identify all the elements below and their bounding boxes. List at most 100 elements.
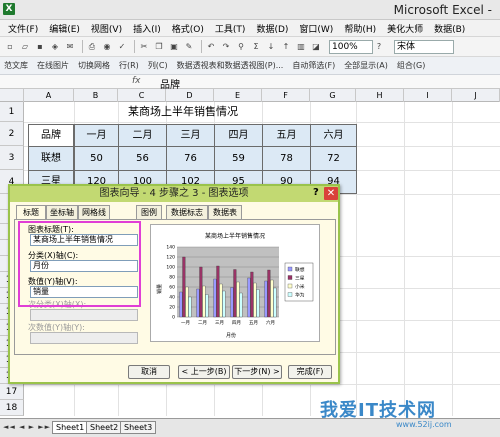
menu-tools[interactable]: 工具(T): [215, 22, 246, 35]
menu-format[interactable]: 格式(O): [172, 22, 204, 35]
template-library-button[interactable]: 范文库: [4, 60, 28, 71]
online-images-button[interactable]: 在线图片: [37, 60, 69, 71]
autofilter-button[interactable]: 自动筛选(F): [292, 60, 335, 71]
legend-label: 华为: [295, 291, 305, 298]
header-cell-month[interactable]: 六月: [310, 124, 357, 147]
sheet-tab[interactable]: Sheet3: [120, 421, 157, 434]
x-tick-label: 四月: [232, 320, 241, 326]
data-cell[interactable]: 76: [166, 146, 215, 171]
cut-icon[interactable]: ✂: [138, 41, 150, 53]
row-header[interactable]: 18: [0, 400, 24, 416]
new-icon[interactable]: ▫: [4, 41, 16, 53]
data-cell[interactable]: 78: [262, 146, 311, 171]
finish-button[interactable]: 完成(F): [288, 365, 332, 379]
menu-file[interactable]: 文件(F): [8, 22, 38, 35]
standard-toolbar: ▫ ▱ ▪ ◈ ✉ ⎙ ◉ ✓ ✂ ❐ ▣ ✎ ↶ ↷ ⚲ Σ ↓ ↑ ▥ ◪ …: [0, 37, 500, 57]
header-cell-month[interactable]: 二月: [118, 124, 167, 147]
permission-icon[interactable]: ◈: [49, 41, 61, 53]
paste-icon[interactable]: ▣: [168, 41, 180, 53]
sheet-tab[interactable]: Sheet1: [52, 421, 89, 434]
column-header[interactable]: E: [214, 89, 262, 102]
drawing-icon[interactable]: ◪: [310, 41, 322, 53]
tab-axes[interactable]: 坐标轴: [46, 205, 78, 219]
tab-legend[interactable]: 图例: [136, 205, 162, 219]
row-header[interactable]: 3: [0, 146, 24, 170]
copy-icon[interactable]: ❐: [153, 41, 165, 53]
undo-icon[interactable]: ↶: [205, 41, 217, 53]
redo-icon[interactable]: ↷: [220, 41, 232, 53]
row-button[interactable]: 行(R): [119, 60, 139, 71]
menu-insert[interactable]: 插入(I): [133, 22, 161, 35]
grid-line: [24, 384, 500, 385]
dialog-title[interactable]: 图表向导 - 4 步骤之 3 - 图表选项: [10, 186, 338, 202]
chart-title: 某商场上半年销售情况: [205, 232, 265, 240]
header-cell-month[interactable]: 三月: [166, 124, 215, 147]
row-header[interactable]: 17: [0, 384, 24, 400]
data-cell[interactable]: 50: [74, 146, 119, 171]
table-title[interactable]: 某商场上半年销售情况: [24, 102, 342, 122]
column-header[interactable]: A: [24, 89, 74, 102]
select-all-corner[interactable]: [0, 89, 24, 102]
column-header[interactable]: D: [166, 89, 214, 102]
column-header[interactable]: F: [262, 89, 310, 102]
spelling-icon[interactable]: ✓: [116, 41, 128, 53]
column-button[interactable]: 列(C): [148, 60, 168, 71]
header-cell-month[interactable]: 一月: [74, 124, 119, 147]
help-icon[interactable]: ?: [373, 41, 385, 53]
menu-data-b[interactable]: 数据(B): [434, 22, 465, 35]
legend-label: 联想: [295, 266, 305, 273]
header-cell-month[interactable]: 四月: [214, 124, 263, 147]
row-header[interactable]: 2: [0, 122, 24, 146]
format-painter-icon[interactable]: ✎: [183, 41, 195, 53]
data-cell[interactable]: 56: [118, 146, 167, 171]
menu-beautify[interactable]: 美化大师: [387, 22, 423, 35]
dialog-close-button[interactable]: ✕: [324, 187, 338, 200]
menu-data[interactable]: 数据(D): [256, 22, 288, 35]
menu-view[interactable]: 视图(V): [91, 22, 122, 35]
print-icon[interactable]: ⎙: [86, 41, 98, 53]
tab-titles[interactable]: 标题: [16, 205, 46, 220]
column-header[interactable]: H: [356, 89, 404, 102]
data-cell-brand[interactable]: 联想: [28, 146, 74, 171]
column-header[interactable]: B: [74, 89, 118, 102]
data-cell[interactable]: 72: [310, 146, 357, 171]
tab-data-labels[interactable]: 数据标志: [166, 205, 208, 219]
autosum-icon[interactable]: Σ: [250, 41, 262, 53]
font-select[interactable]: 宋体: [394, 39, 454, 54]
chart-x-label: 月份: [226, 332, 236, 339]
data-cell[interactable]: 59: [214, 146, 263, 171]
column-header[interactable]: G: [310, 89, 356, 102]
row-header[interactable]: 1: [0, 102, 24, 122]
email-icon[interactable]: ✉: [64, 41, 76, 53]
pivot-table-button[interactable]: 数据透视表和数据透视图(P)...: [177, 60, 284, 71]
chart-wizard-icon[interactable]: ▥: [295, 41, 307, 53]
tab-data-table[interactable]: 数据表: [208, 205, 242, 219]
zoom-select[interactable]: 100%: [329, 39, 373, 54]
y-tick-label: 40: [169, 295, 175, 301]
group-button[interactable]: 组合(G): [397, 60, 425, 71]
column-headers: A B C D E F G H I J: [0, 89, 500, 102]
sheet-nav-buttons[interactable]: ◄◄ ◄ ► ►►: [3, 423, 51, 431]
next-button[interactable]: 下一步(N) >: [232, 365, 282, 379]
sheet-tab[interactable]: Sheet2: [86, 421, 123, 434]
sort-asc-icon[interactable]: ↓: [265, 41, 277, 53]
back-button[interactable]: < 上一步(B): [178, 365, 230, 379]
hyperlink-icon[interactable]: ⚲: [235, 41, 247, 53]
column-header[interactable]: J: [452, 89, 500, 102]
open-icon[interactable]: ▱: [19, 41, 31, 53]
column-header[interactable]: C: [118, 89, 166, 102]
menu-help[interactable]: 帮助(H): [344, 22, 376, 35]
tab-gridlines[interactable]: 网格线: [78, 205, 110, 219]
sort-desc-icon[interactable]: ↑: [280, 41, 292, 53]
save-icon[interactable]: ▪: [34, 41, 46, 53]
menu-window[interactable]: 窗口(W): [299, 22, 333, 35]
header-cell-month[interactable]: 五月: [262, 124, 311, 147]
menu-edit[interactable]: 编辑(E): [49, 22, 80, 35]
dialog-help-button[interactable]: ?: [313, 187, 319, 198]
header-cell-brand[interactable]: 品牌: [28, 124, 74, 147]
toggle-grid-button[interactable]: 切换网格: [78, 60, 110, 71]
print-preview-icon[interactable]: ◉: [101, 41, 113, 53]
column-header[interactable]: I: [404, 89, 452, 102]
cancel-button[interactable]: 取消: [128, 365, 170, 379]
show-all-button[interactable]: 全部显示(A): [344, 60, 388, 71]
